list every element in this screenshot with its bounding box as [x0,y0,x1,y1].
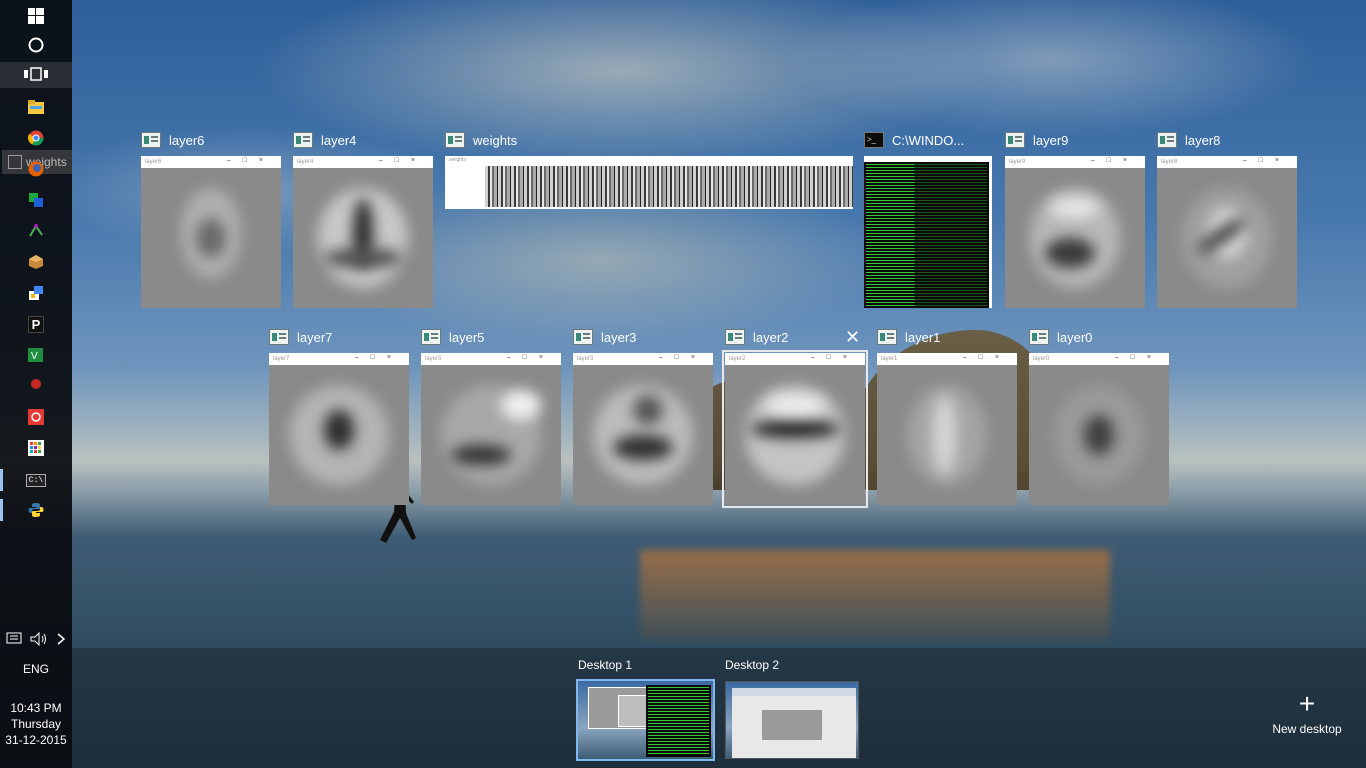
window-title: C:\WINDO... [864,130,964,150]
cmd-window-icon [864,132,884,148]
app-window-icon [725,329,745,345]
window-title-label: layer4 [321,132,357,148]
app-window-icon [293,132,313,148]
file-explorer-icon[interactable] [22,95,50,119]
windows-start-icon[interactable] [22,4,50,28]
window-thumbnail-layer9[interactable]: layer9 layer9 –□× [1005,130,1145,308]
window-title: layer9 [1005,130,1068,150]
window-title-label: layer7 [297,329,333,345]
app-cube-icon[interactable] [22,250,50,274]
app-paint-icon[interactable] [22,281,50,305]
app-window-icon [877,329,897,345]
window-title-label: layer0 [1057,329,1093,345]
chevron-right-icon[interactable] [56,632,66,649]
clock[interactable]: 10:43 PM Thursday 31-12-2015 [0,700,72,748]
cortana-icon[interactable] [22,33,50,57]
plus-icon: + [1298,688,1316,719]
system-tray [0,631,72,649]
svg-text:V: V [31,351,38,362]
app-window-icon [421,329,441,345]
pycharm-icon[interactable]: P [22,312,50,336]
new-desktop-button[interactable]: + New desktop [1262,688,1352,737]
window-title: layer8 [1157,130,1220,150]
chrome-icon[interactable] [22,126,50,150]
window-preview: weights [445,156,853,209]
window-preview: layer0 –□× [1029,353,1169,505]
window-title: layer5 [421,327,484,347]
window-title: layer7 [269,327,332,347]
app-red-dot-icon[interactable] [22,372,50,396]
clock-date: 31-12-2015 [5,733,67,747]
window-preview: layer8 –□× [1157,156,1297,308]
clock-day: Thursday [10,717,62,731]
window-title-label: layer9 [1033,132,1069,148]
app-window-icon [269,329,289,345]
window-preview: layer7 –□× [269,353,409,505]
excel-icon[interactable]: V [22,343,50,367]
app-window-icon [141,132,161,148]
app-window-icon [445,132,465,148]
app-window-icon [1005,132,1025,148]
window-title-label: layer5 [449,329,485,345]
app-molecule-icon[interactable] [22,219,50,243]
python-icon[interactable] [22,498,50,522]
clock-time: 10:43 PM [10,701,62,715]
window-preview: layer6 –□× [141,156,281,308]
app-window-icon [1157,132,1177,148]
window-preview: layer4 –□× [293,156,433,308]
action-center-icon[interactable] [6,632,22,649]
taskbar: weights P V C:\ ENG 10:43 PM Thursday 31… [0,0,72,768]
window-thumbnail-layer3[interactable]: layer3 layer3 –□× [573,327,713,505]
active-indicator [0,499,3,521]
virtual-desktops-bar: Desktop 1 Desktop 2 + New desktop [72,648,1366,768]
window-thumbnail-layer1[interactable]: layer1 layer1 –□× [877,327,1017,505]
window-preview: layer5 –□× [421,353,561,505]
language-indicator[interactable]: ENG [0,662,72,676]
window-preview: layer9 –□× [1005,156,1145,308]
window-thumbnail-layer7[interactable]: layer7 layer7 –□× [269,327,409,505]
window-thumbnail-layer2[interactable]: layer2 ✕ layer2 –□× [722,327,868,508]
window-thumbnail-cmd[interactable]: C:\WINDO... [864,130,992,308]
window-thumbnail-layer4[interactable]: layer4 layer4 –□× [293,130,433,308]
desktop-1-thumbnail[interactable] [576,679,715,761]
window-title: weights [445,130,517,150]
desktop-2-label: Desktop 2 [725,658,780,672]
desktop-2-thumbnail[interactable] [725,681,859,759]
window-title: layer4 [293,130,356,150]
window-preview [864,156,992,308]
app-window-icon [1029,329,1049,345]
window-title-label: layer3 [601,329,637,345]
window-thumbnail-layer8[interactable]: layer8 layer8 –□× [1157,130,1297,308]
close-window-icon[interactable]: ✕ [845,327,860,347]
cliff-reflection [640,550,1110,640]
window-title-label: layer8 [1185,132,1221,148]
volume-icon[interactable] [30,631,48,649]
window-thumbnail-weights[interactable]: weights weights [445,130,853,210]
desktop-1-label: Desktop 1 [578,658,633,672]
window-thumbnail-layer6[interactable]: layer6 layer6 –□× [141,130,281,308]
window-title: layer2 [725,327,788,347]
app-grid-icon[interactable] [22,436,50,460]
window-preview: layer1 –□× [877,353,1017,505]
window-title: layer0 [1029,327,1092,347]
window-thumbnail-layer0[interactable]: layer0 layer0 –□× [1029,327,1169,505]
active-indicator [0,469,3,491]
window-title-label: layer1 [905,329,941,345]
window-title: layer6 [141,130,204,150]
app-red-icon[interactable] [22,405,50,429]
app-green-blue-icon[interactable] [22,188,50,212]
app-window-icon [573,329,593,345]
window-title-label: C:\WINDO... [892,132,965,148]
window-preview: layer3 –□× [573,353,713,505]
window-title-label: weights [473,132,518,148]
firefox-icon[interactable] [22,157,50,181]
window-thumbnail-layer5[interactable]: layer5 layer5 –□× [421,327,561,505]
window-preview: layer2 –□× [722,350,868,508]
new-desktop-label: New desktop [1272,722,1342,736]
window-title: layer3 [573,327,636,347]
window-title: layer1 [877,327,940,347]
cmd-icon[interactable]: C:\ [22,468,50,492]
window-title-label: layer6 [169,132,205,148]
window-title-label: layer2 [753,329,789,345]
